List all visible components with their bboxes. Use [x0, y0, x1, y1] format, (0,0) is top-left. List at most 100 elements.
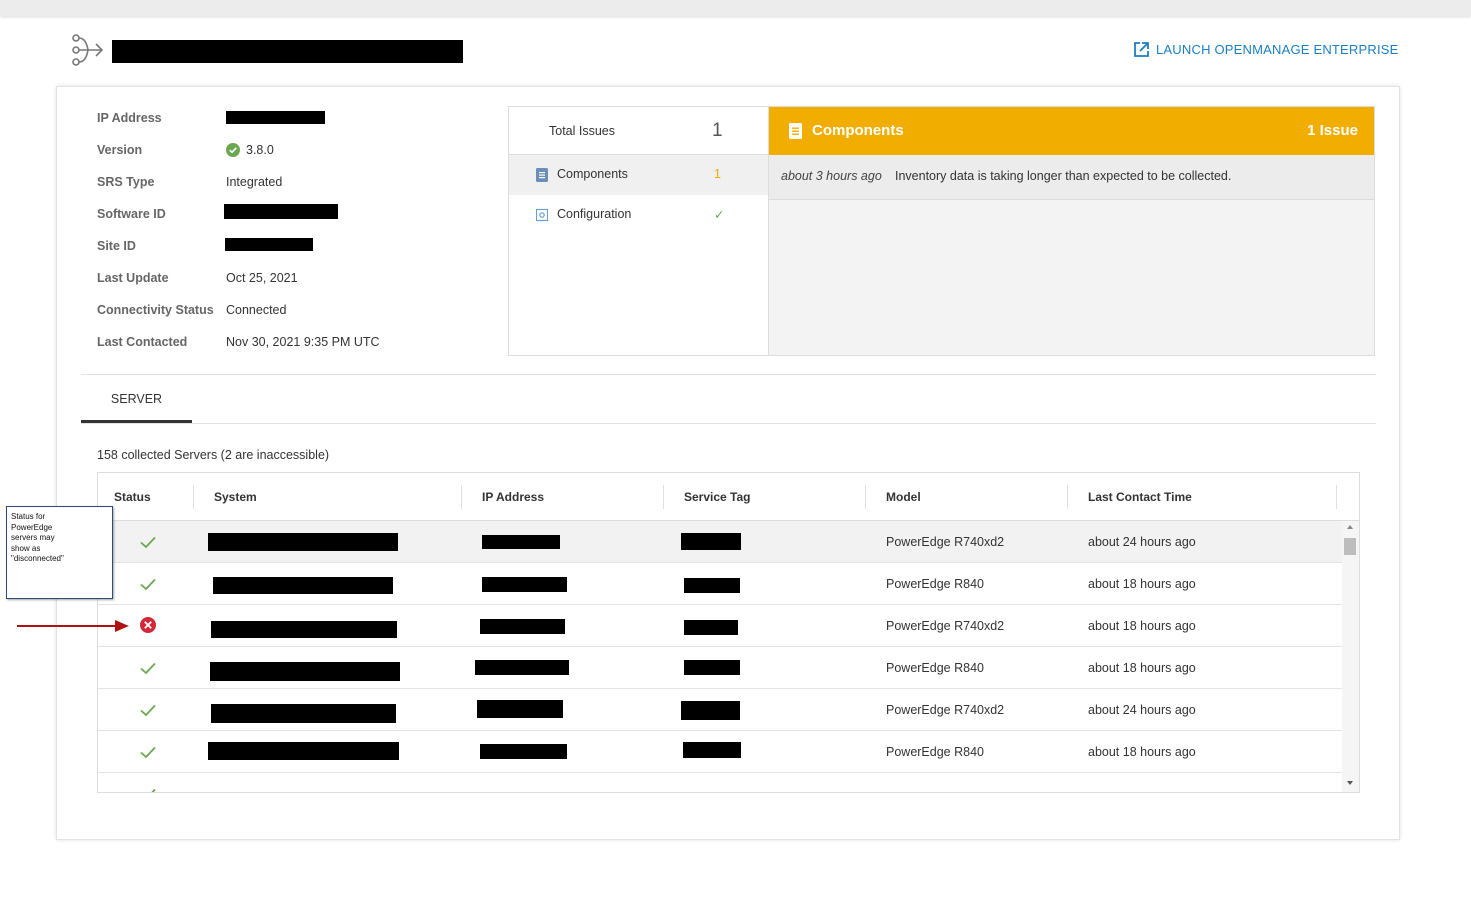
redacted-ip-address: [480, 619, 565, 634]
document-icon: [536, 168, 548, 182]
category-configuration-label: Configuration: [557, 207, 632, 221]
issue-detail: Components 1 Issue about 3 hours ago Inv…: [769, 107, 1374, 355]
category-configuration-status: ✓: [714, 208, 725, 222]
issue-categories: Total Issues 1 Components 1 Configuratio…: [509, 107, 769, 355]
table-row[interactable]: PowerEdge R740xd2 about 24 hours ago: [98, 689, 1342, 731]
status-ok-icon: [140, 746, 156, 759]
redacted-site-id: [225, 238, 313, 251]
redacted-service-tag: [681, 533, 741, 550]
category-configuration[interactable]: Configuration ✓: [509, 195, 768, 235]
ip-address-label: IP Address: [97, 111, 162, 125]
scrollbar-thumb[interactable]: [1344, 538, 1356, 555]
table-row[interactable]: PowerEdge R840 about 18 hours ago: [98, 563, 1342, 605]
table-body: PowerEdge R740xd2 about 24 hours ago Pow…: [98, 521, 1342, 792]
model-cell: PowerEdge R840: [886, 745, 984, 759]
status-ok-icon: [140, 578, 156, 591]
launch-openmanage-link[interactable]: LAUNCH OPENMANAGE ENTERPRISE: [1133, 41, 1399, 58]
site-id-label: Site ID: [97, 239, 136, 253]
issue-message: Inventory data is taking longer than exp…: [895, 169, 1232, 183]
redacted-system: [208, 742, 399, 760]
redacted-service-tag: [681, 701, 740, 720]
table-row[interactable]: PowerEdge R740xd2 about 18 hours ago: [98, 605, 1342, 647]
redacted-ip-address: [475, 660, 569, 675]
column-header-ip-address[interactable]: IP Address: [482, 490, 544, 504]
table-row[interactable]: PowerEdge R740xd2 about 24 hours ago: [98, 521, 1342, 563]
redacted-service-tag: [683, 742, 741, 758]
category-components-count: 1: [714, 167, 721, 181]
issues-panel: Total Issues 1 Components 1 Configuratio…: [508, 106, 1375, 356]
model-cell: PowerEdge R740xd2: [886, 535, 1005, 549]
tab-server[interactable]: SERVER: [81, 377, 192, 423]
column-header-status[interactable]: Status: [114, 490, 151, 504]
connectivity-status-label: Connectivity Status: [97, 303, 214, 317]
redacted-system: [213, 577, 393, 594]
total-issues-label: Total Issues: [549, 124, 616, 138]
redacted-gateway-name: [112, 40, 463, 63]
column-separator: [461, 485, 462, 509]
status-ok-icon: [140, 536, 156, 549]
check-circle-icon: [226, 143, 240, 157]
last-contact-cell: about 18 hours ago: [1088, 619, 1196, 633]
status-ok-icon: [140, 704, 156, 717]
redacted-ip-address: [482, 535, 560, 549]
column-separator: [193, 485, 194, 509]
category-components[interactable]: Components 1: [509, 155, 768, 195]
servers-summary: 158 collected Servers (2 are inaccessibl…: [97, 448, 330, 462]
gateway-details-card: IP Address Version 3.8.0 SRS Type Integr…: [56, 86, 1400, 840]
redacted-system: [208, 533, 398, 551]
redacted-service-tag: [684, 620, 738, 635]
model-cell: PowerEdge R740xd2: [886, 703, 1005, 717]
status-ok-icon: [140, 662, 156, 675]
table-row[interactable]: PowerEdge R840 about 18 hours ago: [98, 647, 1342, 689]
srs-type-value: Integrated: [226, 175, 283, 189]
last-update-value: Oct 25, 2021: [226, 271, 298, 285]
table-row[interactable]: [98, 773, 1342, 792]
total-issues-count: 1: [712, 120, 723, 141]
settings-icon: [536, 208, 548, 222]
status-ok-icon: [151, 788, 156, 792]
servers-table: Status System IP Address Service Tag Mod…: [97, 472, 1360, 793]
last-update-label: Last Update: [97, 271, 169, 285]
annotation-callout: Status for PowerEdge servers may show as…: [6, 506, 113, 599]
redacted-ip-address: [480, 744, 567, 759]
redacted-service-tag: [684, 660, 740, 675]
column-header-system[interactable]: System: [214, 490, 257, 504]
table-row[interactable]: PowerEdge R840 about 18 hours ago: [98, 731, 1342, 773]
model-cell: PowerEdge R840: [886, 577, 984, 591]
total-issues-row: Total Issues 1: [509, 107, 768, 155]
column-header-last-contact-time[interactable]: Last Contact Time: [1088, 490, 1192, 504]
document-icon: [789, 123, 802, 139]
column-separator: [1067, 485, 1068, 509]
gateway-icon: [72, 34, 104, 66]
model-cell: PowerEdge R840: [886, 661, 984, 675]
scroll-down-arrow-icon[interactable]: [1347, 781, 1353, 785]
tab-underline: [81, 423, 1376, 424]
scroll-up-arrow-icon[interactable]: [1347, 525, 1353, 529]
srs-type-label: SRS Type: [97, 175, 155, 189]
column-header-service-tag[interactable]: Service Tag: [684, 490, 750, 504]
version-label: Version: [97, 143, 143, 157]
annotation-arrow-icon: [17, 620, 129, 632]
last-contacted-label: Last Contacted: [97, 335, 188, 349]
version-text: 3.8.0: [246, 143, 274, 157]
top-bar: [0, 0, 1471, 16]
issue-detail-count: 1 Issue: [1307, 122, 1358, 139]
section-divider: [81, 374, 1376, 375]
redacted-service-tag: [684, 578, 740, 593]
redacted-system: [210, 662, 400, 681]
column-separator: [1336, 485, 1337, 509]
last-contact-cell: about 24 hours ago: [1088, 703, 1196, 717]
redacted-ip-address: [226, 111, 325, 124]
table-scrollbar[interactable]: [1342, 521, 1359, 792]
last-contacted-value: Nov 30, 2021 9:35 PM UTC: [226, 335, 380, 349]
column-header-model[interactable]: Model: [886, 490, 921, 504]
software-id-label: Software ID: [97, 207, 166, 221]
redacted-system: [211, 704, 396, 723]
column-separator: [663, 485, 664, 509]
issue-detail-title: Components: [812, 122, 904, 139]
redacted-ip-address: [482, 577, 567, 592]
redacted-system: [211, 621, 397, 638]
issue-item: about 3 hours ago Inventory data is taki…: [769, 155, 1374, 200]
last-contact-cell: about 24 hours ago: [1088, 535, 1196, 549]
status-error-icon: [140, 617, 156, 633]
